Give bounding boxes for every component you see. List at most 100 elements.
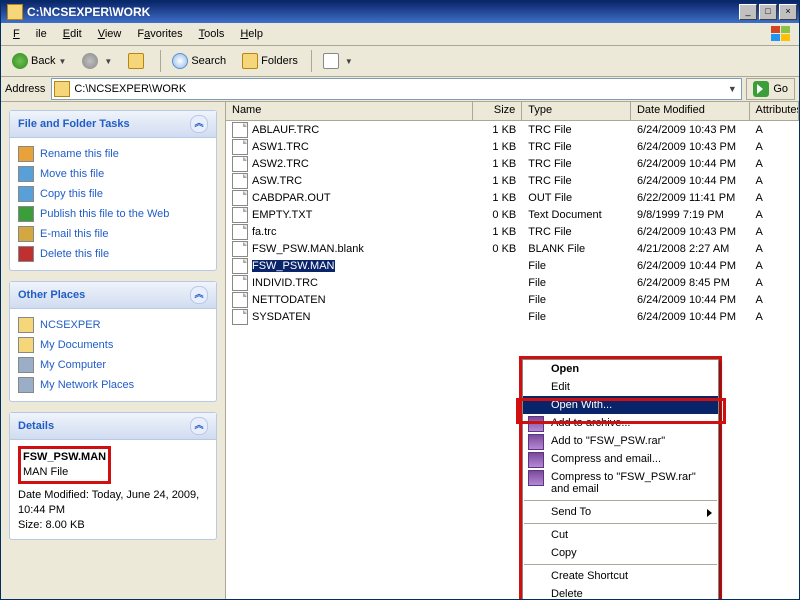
details-filename: FSW_PSW.MAN (23, 450, 106, 465)
file-row[interactable]: fa.trc1 KBTRC File6/24/2009 10:43 PMA (226, 223, 799, 240)
menu-view[interactable]: View (90, 25, 130, 43)
menu-edit[interactable]: Edit (55, 25, 90, 43)
menu-item[interactable]: Add to archive... (523, 414, 718, 432)
menu-item-label: Create Shortcut (551, 570, 628, 582)
collapse-icon[interactable]: ︽ (190, 115, 208, 133)
file-row[interactable]: FSW_PSW.MANFile6/24/2009 10:44 PMA (226, 257, 799, 274)
menu-item[interactable]: Compress and email... (523, 450, 718, 468)
file-type: TRC File (522, 157, 631, 171)
task-label: Move this file (40, 168, 104, 180)
file-type: TRC File (522, 225, 631, 239)
details-header[interactable]: Details ︽ (10, 413, 216, 440)
collapse-icon[interactable]: ︽ (190, 417, 208, 435)
file-row[interactable]: CABDPAR.OUT1 KBOUT File6/22/2009 11:41 P… (226, 189, 799, 206)
col-type[interactable]: Type (522, 102, 631, 120)
file-row[interactable]: EMPTY.TXT0 KBText Document9/8/1999 7:19 … (226, 206, 799, 223)
menu-item[interactable]: Copy (523, 544, 718, 562)
collapse-icon[interactable]: ︽ (190, 286, 208, 304)
submenu-arrow-icon (707, 509, 712, 517)
task-item[interactable]: Publish this file to the Web (18, 204, 208, 224)
place-label: NCSEXPER (40, 319, 101, 331)
task-icon (18, 186, 34, 202)
folders-button[interactable]: Folders (235, 50, 305, 72)
task-label: Rename this file (40, 148, 119, 160)
file-size: 1 KB (473, 191, 522, 205)
place-label: My Documents (40, 339, 113, 351)
place-item[interactable]: My Network Places (18, 375, 208, 395)
file-row[interactable]: ABLAUF.TRC1 KBTRC File6/24/2009 10:43 PM… (226, 121, 799, 138)
file-date: 6/24/2009 8:45 PM (631, 276, 750, 290)
task-item[interactable]: Delete this file (18, 244, 208, 264)
file-row[interactable]: SYSDATENFile6/24/2009 10:44 PMA (226, 308, 799, 325)
menu-favorites[interactable]: Favorites (129, 25, 190, 43)
file-row[interactable]: ASW.TRC1 KBTRC File6/24/2009 10:44 PMA (226, 172, 799, 189)
menu-item-label: Compress to "FSW_PSW.rar" and email (551, 471, 696, 495)
file-icon (232, 241, 248, 257)
place-label: My Network Places (40, 379, 134, 391)
views-button[interactable]: ▼ (316, 50, 360, 72)
col-name[interactable]: Name (226, 102, 473, 120)
file-type: File (522, 276, 631, 290)
file-icon (232, 156, 248, 172)
places-header[interactable]: Other Places ︽ (10, 282, 216, 309)
tasks-header[interactable]: File and Folder Tasks ︽ (10, 111, 216, 138)
menu-item-label: Send To (551, 506, 591, 518)
file-size (473, 265, 522, 267)
task-item[interactable]: Copy this file (18, 184, 208, 204)
file-row[interactable]: FSW_PSW.MAN.blank0 KBBLANK File4/21/2008… (226, 240, 799, 257)
task-item[interactable]: E-mail this file (18, 224, 208, 244)
address-input[interactable]: C:\NCSEXPER\WORK ▼ (51, 78, 742, 100)
place-icon (18, 317, 34, 333)
file-name: CABDPAR.OUT (252, 192, 331, 204)
file-row[interactable]: INDIVID.TRCFile6/24/2009 8:45 PMA (226, 274, 799, 291)
menu-help[interactable]: Help (232, 25, 271, 43)
file-row[interactable]: ASW1.TRC1 KBTRC File6/24/2009 10:43 PMA (226, 138, 799, 155)
up-button[interactable] (121, 50, 154, 72)
file-size: 1 KB (473, 123, 522, 137)
place-item[interactable]: My Computer (18, 355, 208, 375)
folder-icon (54, 81, 70, 97)
menu-item[interactable]: Cut (523, 526, 718, 544)
menu-item[interactable]: Open With... (523, 396, 718, 414)
rar-icon (528, 452, 544, 468)
file-row[interactable]: NETTODATENFile6/24/2009 10:44 PMA (226, 291, 799, 308)
task-icon (18, 166, 34, 182)
minimize-button[interactable]: _ (739, 4, 757, 20)
maximize-button[interactable]: □ (759, 4, 777, 20)
rar-icon (528, 416, 544, 432)
search-button[interactable]: Search (165, 50, 233, 72)
col-attr[interactable]: Attributes (750, 102, 799, 120)
back-icon (12, 53, 28, 69)
file-row[interactable]: ASW2.TRC1 KBTRC File6/24/2009 10:44 PMA (226, 155, 799, 172)
col-date[interactable]: Date Modified (631, 102, 750, 120)
task-item[interactable]: Rename this file (18, 144, 208, 164)
search-icon (172, 53, 188, 69)
menu-item[interactable]: Delete (523, 585, 718, 600)
separator (160, 50, 161, 72)
menu-item[interactable]: Create Shortcut (523, 567, 718, 585)
folder-icon (7, 4, 23, 20)
menu-item-label: Add to "FSW_PSW.rar" (551, 435, 665, 447)
menu-bar: File Edit View Favorites Tools Help (1, 23, 799, 46)
file-name: ASW.TRC (252, 175, 302, 187)
task-item[interactable]: Move this file (18, 164, 208, 184)
menu-item-label: Open With... (551, 399, 612, 411)
menu-item[interactable]: Edit (523, 378, 718, 396)
menu-item[interactable]: Send To (523, 503, 718, 521)
file-attr: A (750, 174, 799, 188)
menu-item[interactable]: Add to "FSW_PSW.rar" (523, 432, 718, 450)
close-button[interactable]: × (779, 4, 797, 20)
menu-item[interactable]: Compress to "FSW_PSW.rar" and email (523, 468, 718, 498)
place-item[interactable]: NCSEXPER (18, 315, 208, 335)
forward-button[interactable]: ▼ (75, 50, 119, 72)
go-button[interactable]: Go (746, 78, 795, 100)
menu-item[interactable]: Open (523, 360, 718, 378)
col-size[interactable]: Size (473, 102, 523, 120)
menu-file[interactable]: File (5, 25, 55, 43)
menu-tools[interactable]: Tools (191, 25, 233, 43)
place-icon (18, 377, 34, 393)
place-item[interactable]: My Documents (18, 335, 208, 355)
back-button[interactable]: Back▼ (5, 50, 73, 72)
address-dropdown-icon[interactable]: ▼ (725, 84, 739, 94)
file-size: 0 KB (473, 208, 522, 222)
